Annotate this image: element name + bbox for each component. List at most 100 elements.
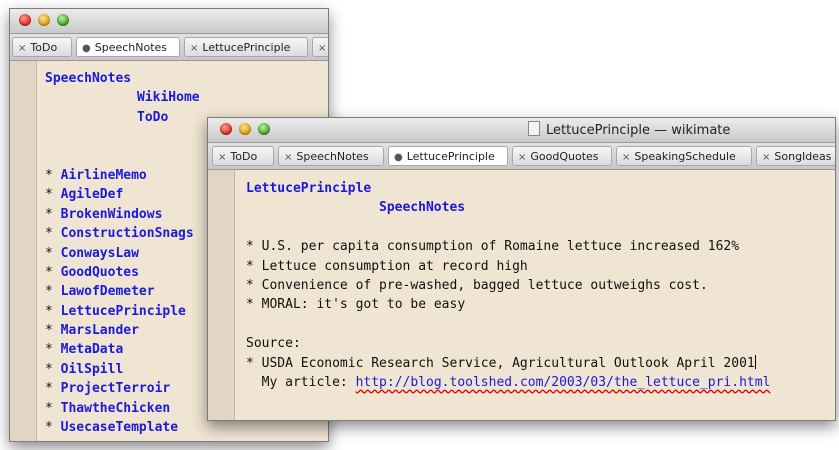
wiki-link[interactable]: WikiHome — [137, 90, 200, 105]
close-tab-icon[interactable]: × — [318, 43, 326, 54]
bullet-marker: * — [45, 206, 53, 222]
bullet-marker: * — [45, 284, 53, 300]
list-item: * MarsLander — [45, 321, 200, 340]
bullet-text: Convenience of pre-washed, bagged lettuc… — [261, 277, 708, 293]
active-tab-icon: ● — [82, 43, 91, 54]
list-item: * ConwaysLaw — [45, 244, 200, 263]
wiki-link[interactable]: LettucePrinciple — [246, 181, 371, 196]
tab-label: ToDo — [30, 41, 58, 54]
close-tab-icon[interactable]: × — [622, 152, 630, 163]
page-list: * AirlineMemo * AgileDef * BrokenWindows * … — [45, 166, 200, 437]
tab-speakingschedule[interactable]: × SpeakingSchedule — [616, 146, 752, 166]
wiki-link[interactable]: LawofDemeter — [61, 284, 155, 299]
bullet-marker: * — [246, 297, 254, 313]
text-caret — [754, 354, 756, 369]
wiki-link[interactable]: ToDo — [137, 110, 168, 125]
tab-lettuceprinciple[interactable]: × LettucePrinciple — [184, 37, 308, 57]
list-item: * U.S. per capita consumption of Romaine… — [246, 237, 770, 256]
bullet-marker: * — [45, 342, 53, 358]
tab-label: ToDo — [230, 150, 258, 163]
list-item: * MetaData — [45, 340, 200, 359]
line-gutter — [208, 170, 235, 420]
bullet-marker: * — [45, 226, 53, 242]
list-item: * ConstructionSnags — [45, 224, 200, 243]
close-tab-icon[interactable]: × — [762, 152, 770, 163]
wiki-link[interactable]: ProjectTerroir — [61, 381, 171, 396]
close-tab-icon[interactable]: × — [190, 43, 198, 54]
front-window-titlebar[interactable]: LettucePrinciple — wikimate — [208, 118, 835, 143]
close-tab-icon[interactable]: × — [18, 43, 26, 54]
tab-goodquotes[interactable]: × GoodQuotes — [512, 146, 612, 166]
minimize-button[interactable] — [38, 14, 50, 26]
bullet-marker: * — [246, 355, 254, 371]
tab-songideas[interactable]: × SongIdeas — [756, 146, 835, 166]
list-item: * OilSpill — [45, 360, 200, 379]
window-title-text: LettucePrinciple — wikimate — [546, 123, 731, 138]
close-tab-icon[interactable]: × — [518, 152, 526, 163]
wiki-link[interactable]: AirlineMemo — [61, 168, 147, 183]
wiki-link[interactable]: MetaData — [61, 342, 124, 357]
list-item: * AgileDef — [45, 185, 200, 204]
article-link[interactable]: http://blog.toolshed.com/2003/03/the_let… — [356, 375, 771, 390]
bullet-marker: * — [45, 167, 53, 183]
list-item: * Convenience of pre-washed, bagged lett… — [246, 276, 770, 295]
list-item: * LawofDemeter — [45, 282, 200, 301]
bullet-marker: * — [246, 239, 254, 255]
tab-todo[interactable]: × ToDo — [12, 37, 72, 57]
bullet-marker: * — [45, 245, 53, 261]
close-tab-icon[interactable]: × — [218, 152, 226, 163]
back-tab-bar: × ToDo ●SpeechNotes × LettucePrinciple ×I — [10, 34, 328, 61]
wiki-link[interactable]: LettucePrinciple — [61, 304, 186, 319]
wiki-link[interactable]: SpeechNotes — [379, 200, 465, 215]
source-text: USDA Economic Research Service, Agricult… — [261, 355, 755, 371]
wiki-link[interactable]: ConwaysLaw — [61, 246, 139, 261]
front-window: LettucePrinciple — wikimate × ToDo × Speec… — [207, 117, 836, 421]
front-tab-bar: × ToDo × SpeechNotes ● LettucePrinciple × Go… — [208, 143, 835, 170]
bullet-list: * U.S. per capita consumption of Romaine… — [246, 237, 770, 315]
tab-label: LettucePrinciple — [202, 41, 291, 54]
wiki-link[interactable]: SpeechNotes — [45, 71, 131, 86]
wiki-link[interactable]: ConstructionSnags — [61, 226, 194, 241]
wiki-link[interactable]: AgileDef — [61, 187, 124, 202]
list-item: * Lettuce consumption at record high — [246, 257, 770, 276]
tab-speechnotes[interactable]: ● SpeechNotes — [76, 37, 180, 57]
wiki-link[interactable]: OilSpill — [61, 362, 124, 377]
tab-overflow[interactable]: ×I — [312, 37, 328, 57]
list-item: * AirlineMemo — [45, 166, 200, 185]
tab-label: GoodQuotes — [530, 150, 599, 163]
bullet-marker: * — [45, 381, 53, 397]
article-prefix: My article: — [261, 374, 356, 390]
list-item: * BrokenWindows — [45, 205, 200, 224]
tab-todo[interactable]: × ToDo — [212, 146, 274, 166]
bullet-text: Lettuce consumption at record high — [261, 258, 528, 274]
back-editor[interactable]: SpeechNotes WikiHome ToDo * AirlineMemo *… — [45, 69, 200, 437]
line-gutter — [10, 61, 37, 441]
list-item: * GoodQuotes — [45, 263, 200, 282]
close-tab-icon[interactable]: × — [284, 152, 292, 163]
bullet-marker: * — [246, 277, 254, 293]
tab-lettuceprinciple[interactable]: ● LettucePrinciple — [388, 146, 508, 166]
wiki-link[interactable]: BrokenWindows — [61, 207, 163, 222]
bullet-marker: * — [246, 258, 254, 274]
wiki-link[interactable]: MarsLander — [61, 323, 139, 338]
tab-speechnotes[interactable]: × SpeechNotes — [278, 146, 384, 166]
bullet-text: MORAL: it's got to be easy — [261, 297, 466, 313]
wiki-link[interactable]: GoodQuotes — [61, 265, 139, 280]
bullet-marker: * — [45, 264, 53, 280]
wiki-link[interactable]: ThawtheChicken — [61, 401, 171, 416]
front-editor[interactable]: LettucePrinciple SpeechNotes * U.S. per … — [246, 179, 770, 392]
back-window-titlebar[interactable] — [10, 9, 328, 34]
tab-label: SpeechNotes — [94, 41, 168, 54]
list-item: * LettucePrinciple — [45, 302, 200, 321]
bullet-marker: * — [45, 187, 53, 203]
zoom-button[interactable] — [57, 14, 69, 26]
close-button[interactable] — [19, 14, 31, 26]
wiki-link[interactable]: UsecaseTemplate — [61, 420, 178, 435]
list-item: * ProjectTerroir — [45, 379, 200, 398]
tab-label: SongIdeas — [774, 150, 832, 163]
bullet-marker: * — [45, 361, 53, 377]
bullet-marker: * — [45, 400, 53, 416]
list-item: * UsecaseTemplate — [45, 418, 200, 437]
tab-label: LettucePrinciple — [406, 150, 495, 163]
window-title: LettucePrinciple — wikimate — [208, 121, 835, 138]
